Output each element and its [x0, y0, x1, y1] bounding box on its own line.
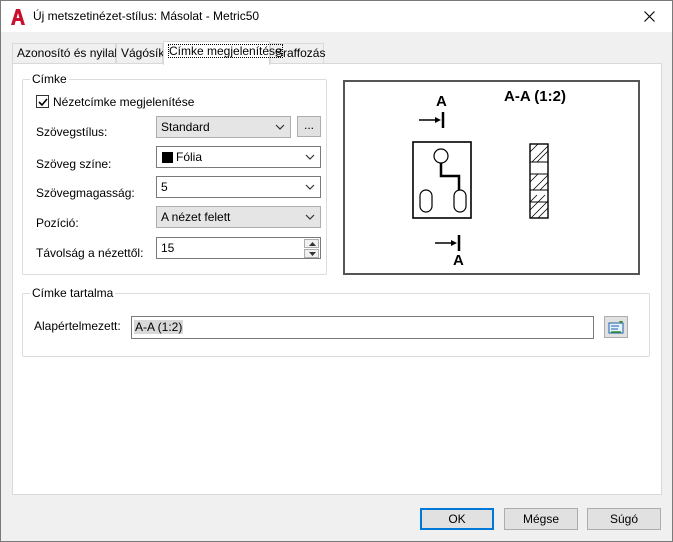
distance-label: Távolság a nézettől:	[36, 246, 144, 260]
text-style-label: Szövegstílus:	[36, 125, 108, 139]
position-value: A nézet felett	[161, 210, 231, 224]
help-button[interactable]: Súgó	[587, 508, 661, 530]
title-bar: Új metszetinézet-stílus: Másolat - Metri…	[1, 1, 672, 32]
field-edit-icon	[608, 321, 624, 334]
chevron-down-icon	[305, 184, 315, 190]
autocad-app-icon	[10, 8, 26, 26]
close-button[interactable]	[626, 1, 672, 31]
chevron-down-icon	[275, 124, 285, 130]
spin-down-button[interactable]	[304, 249, 319, 258]
preview-marker-top: A	[436, 93, 447, 110]
preview-marker-bottom: A	[453, 252, 464, 269]
triangle-down-icon	[309, 252, 316, 256]
tab-cutting-plane[interactable]: Vágósík	[116, 43, 164, 64]
show-view-label-checkbox[interactable]	[36, 95, 49, 108]
default-label-value: A-A (1:2)	[134, 320, 184, 334]
text-color-label: Szöveg színe:	[36, 157, 112, 171]
text-style-browse-button[interactable]: ...	[297, 116, 321, 137]
close-icon	[643, 10, 655, 22]
cancel-button[interactable]: Mégse	[504, 508, 578, 530]
text-style-select[interactable]: Standard	[156, 116, 291, 138]
default-label-field[interactable]: A-A (1:2)	[131, 316, 594, 339]
text-height-label: Szövegmagasság:	[36, 186, 135, 200]
section-view-preview-drawing: A-A (1:2) A A	[412, 88, 566, 269]
edit-field-button[interactable]	[604, 316, 628, 338]
preview-pane: A-A (1:2) A A	[343, 80, 640, 275]
checkmark-icon	[38, 98, 48, 107]
text-height-select[interactable]: 5	[156, 176, 321, 198]
triangle-up-icon	[309, 242, 316, 246]
label-content-legend: Címke tartalma	[30, 286, 116, 300]
position-select[interactable]: A nézet felett	[156, 206, 321, 228]
tab-label-display[interactable]: Címke megjelenítése	[163, 41, 283, 65]
position-label: Pozíció:	[36, 216, 79, 230]
show-view-label-text: Nézetcímke megjelenítése	[53, 95, 195, 109]
tab-identifier-arrows[interactable]: Azonosító és nyilak	[12, 43, 120, 64]
chevron-down-icon	[305, 214, 315, 220]
dialog-window: Új metszetinézet-stílus: Másolat - Metri…	[0, 0, 673, 542]
text-color-value: Fólia	[176, 150, 203, 164]
default-label: Alapértelmezett:	[34, 319, 121, 333]
tab-panel: Címke Nézetcímke megjelenítése Szövegstí…	[12, 63, 662, 495]
label-group-legend: Címke	[30, 72, 69, 86]
chevron-down-icon	[305, 154, 315, 160]
text-style-value: Standard	[161, 120, 210, 134]
distance-spinner[interactable]: 15	[156, 237, 321, 259]
color-swatch	[162, 152, 173, 163]
label-group: Címke Nézetcímke megjelenítése Szövegstí…	[22, 72, 327, 275]
spin-up-button[interactable]	[304, 239, 319, 248]
text-color-select[interactable]: Fólia	[156, 146, 321, 168]
preview-title: A-A (1:2)	[504, 88, 566, 105]
text-height-value: 5	[161, 180, 168, 194]
label-content-group: Címke tartalma Alapértelmezett: A-A (1:2…	[22, 286, 650, 357]
ok-button[interactable]: OK	[420, 508, 494, 530]
distance-value: 15	[161, 241, 175, 255]
window-title: Új metszetinézet-stílus: Másolat - Metri…	[33, 9, 260, 23]
